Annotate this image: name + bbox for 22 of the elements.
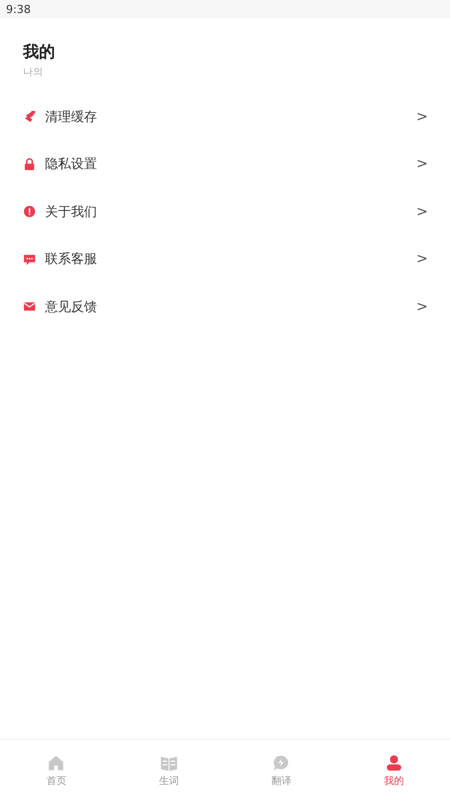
menu-item[interactable]: 意见反馈: [45, 298, 416, 316]
lock-icon: [23, 158, 36, 171]
chevron-icon: >: [416, 108, 428, 125]
chevron-icon: >: [416, 156, 428, 172]
book-icon: [160, 754, 178, 772]
chevron-icon: >: [416, 204, 428, 220]
menu-item[interactable]: 隐私设置: [45, 155, 416, 174]
status-time: 9:38: [6, 2, 31, 16]
home-icon: [47, 754, 66, 772]
chevron-icon: >: [416, 251, 428, 268]
page-title: 我的: [23, 42, 55, 63]
menu-item[interactable]: 清理缓存: [45, 108, 416, 126]
nav-tab[interactable]: 我的: [338, 740, 450, 800]
person-icon: [384, 754, 403, 772]
page-subtitle: 나의: [23, 66, 43, 79]
menu-item[interactable]: 联系客服: [45, 250, 416, 268]
mail-icon: [23, 300, 36, 314]
menu-item[interactable]: 关于我们: [45, 202, 416, 221]
chat-bubble-icon: [272, 754, 290, 772]
info-icon: [23, 205, 36, 218]
chevron-icon: >: [416, 298, 428, 315]
chat-icon: [23, 252, 36, 266]
